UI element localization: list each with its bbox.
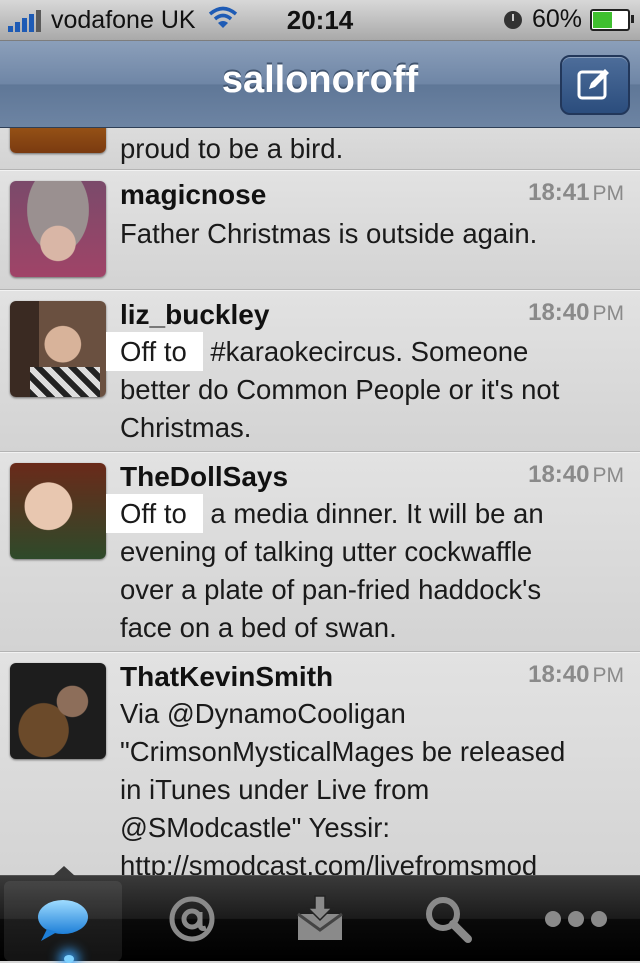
page-title: sallonoroff xyxy=(221,59,419,101)
tweet-text: Off to a media dinner. It will be an eve… xyxy=(106,494,620,647)
tab-bar xyxy=(0,866,640,963)
tweet-list[interactable]: proud to be a bird. magicnose 18:41 PM Fa… xyxy=(0,128,640,875)
tweet-timestamp: 18:40 PM xyxy=(528,461,624,488)
tweet-text: Via @DynamoCooligan "CrimsonMysticalMage… xyxy=(120,695,620,875)
mentions-icon xyxy=(169,896,215,941)
tweet-timestamp: 18:41 PM xyxy=(528,179,624,206)
active-tab-pointer xyxy=(53,866,75,876)
navigation-bar: sallonoroff xyxy=(0,41,640,129)
tweet-text: Father Christmas is outside again. xyxy=(120,218,538,249)
avatar[interactable] xyxy=(10,301,106,397)
tweet-row[interactable]: magicnose 18:41 PM Father Christmas is ou… xyxy=(0,170,640,290)
tab-timeline[interactable] xyxy=(4,881,122,963)
tweet-row[interactable]: ThatKevinSmith 18:40 PM Via @DynamoCoolig… xyxy=(0,652,640,875)
tweet-username[interactable]: TheDollSays xyxy=(120,461,288,493)
tweet-row[interactable]: liz_buckley 18:40 PM Off to #karaokecircu… xyxy=(0,290,640,452)
tab-more[interactable] xyxy=(512,876,640,961)
battery-percent: 60% xyxy=(531,5,582,33)
avatar[interactable] xyxy=(10,181,106,277)
highlighted-text: Off to xyxy=(106,332,203,371)
timeline-icon xyxy=(38,900,88,941)
tweet-text: proud to be a bird. xyxy=(120,133,344,164)
search-icon xyxy=(426,896,472,943)
tab-mentions[interactable] xyxy=(128,876,256,961)
tweet-link[interactable]: http://smodcast.com/livefromsmod xyxy=(120,847,620,875)
tab-search[interactable] xyxy=(384,876,512,961)
avatar[interactable] xyxy=(10,128,106,153)
tweet-timestamp: 18:40 PM xyxy=(528,661,624,688)
avatar[interactable] xyxy=(10,463,106,559)
messages-icon xyxy=(297,894,343,940)
tweet-username[interactable]: ThatKevinSmith xyxy=(120,661,333,693)
tweet-username[interactable]: liz_buckley xyxy=(120,299,269,331)
highlighted-text: Off to xyxy=(106,494,203,533)
alarm-icon xyxy=(503,10,522,29)
avatar[interactable] xyxy=(10,663,106,759)
more-icon xyxy=(545,910,607,927)
compose-icon xyxy=(577,69,609,100)
tweet-timestamp: 18:40 PM xyxy=(528,299,624,326)
tweet-username[interactable]: magicnose xyxy=(120,179,266,211)
status-bar: vodafone UK 20:14 60% xyxy=(0,0,640,41)
tab-messages[interactable] xyxy=(256,876,384,961)
battery-icon xyxy=(590,8,634,31)
tweet-row[interactable]: proud to be a bird. xyxy=(0,128,640,170)
tweet-row[interactable]: TheDollSays 18:40 PM Off to a media dinne… xyxy=(0,452,640,652)
compose-button[interactable] xyxy=(560,55,630,115)
tweet-text: Off to #karaokecircus. Someone better do… xyxy=(106,332,620,447)
